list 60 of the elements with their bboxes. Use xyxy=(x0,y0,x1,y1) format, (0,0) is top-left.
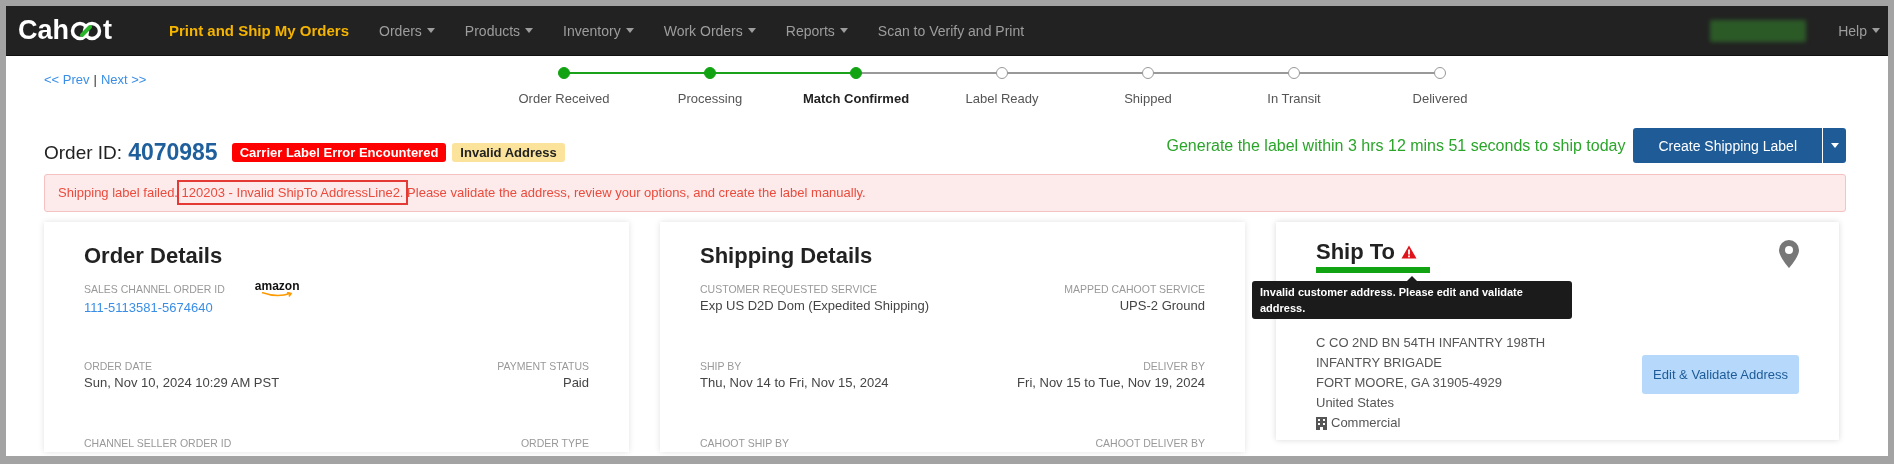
field-value: Sun, Nov 10, 2024 10:29 AM PST xyxy=(84,375,280,390)
address-type: Commercial xyxy=(1331,414,1401,432)
next-link[interactable]: Next >> xyxy=(100,72,147,87)
edit-validate-address-button[interactable]: Edit & Validate Address xyxy=(1642,355,1799,394)
building-icon xyxy=(1316,416,1327,430)
error-alert: Shipping label failed. 120203 - Invalid ShipTo AddressLine2. Please validate the address, review your options, and create the label manually. xyxy=(44,174,1846,212)
address-line: C CO 2ND BN 54TH INFANTRY 198TH xyxy=(1316,334,1546,352)
step-label: Label Ready xyxy=(965,91,1039,106)
status-badge: Invalid Address xyxy=(452,143,565,162)
create-shipping-label-button[interactable]: Create Shipping Label xyxy=(1633,128,1822,163)
help-menu[interactable]: Help xyxy=(1822,22,1888,39)
cahoot-logo[interactable]: Cah t xyxy=(18,15,112,46)
nav-menu-item[interactable]: Print and Ship My Orders xyxy=(154,22,365,39)
field-label: CUSTOMER REQUESTED SERVICE xyxy=(700,283,877,295)
step-label: Shipped xyxy=(1124,91,1172,106)
nav-menu-item[interactable]: Work Orders xyxy=(648,22,771,39)
field-label: DELIVER BY xyxy=(1143,360,1205,372)
nav-menu-item[interactable]: Reports xyxy=(770,22,863,39)
nav-menu-item[interactable]: Inventory xyxy=(548,22,649,39)
address-line: FORT MOORE, GA 31905-4929 xyxy=(1316,374,1503,392)
field-label: SHIP BY xyxy=(700,360,742,372)
step-label: Processing xyxy=(677,91,743,106)
step-label: Delivered xyxy=(1412,91,1468,106)
card-title: Ship To xyxy=(1316,239,1396,265)
card-title: Order Details xyxy=(84,243,224,269)
nav-menu-item[interactable]: Products xyxy=(449,22,549,39)
field-value: UPS-2 Ground xyxy=(1119,298,1205,313)
tooltip: Invalid customer address. Please edit and validate address. xyxy=(1252,281,1572,319)
step-label: Order Received xyxy=(518,91,610,106)
amazon-logo: amazon xyxy=(254,281,300,297)
field-label: ORDER DATE xyxy=(84,360,153,372)
order-id: 4070985 xyxy=(128,139,218,166)
address-line: INFANTRY BRIGADE xyxy=(1316,354,1443,372)
field-value: Thu, Nov 14 to Fri, Nov 15, 2024 xyxy=(700,375,889,390)
order-id-label: Order ID: xyxy=(44,141,123,164)
card-title: Shipping Details xyxy=(700,243,874,269)
field-value: Fri, Nov 15 to Tue, Nov 19, 2024 xyxy=(1017,375,1205,390)
field-label: CAHOOT SHIP BY xyxy=(700,437,789,449)
field-value: Paid xyxy=(562,375,589,390)
map-pin-icon[interactable] xyxy=(1779,240,1799,268)
nav-menu-item[interactable]: Orders xyxy=(364,22,450,39)
field-label: ORDER TYPE xyxy=(520,437,589,449)
address-line: United States xyxy=(1316,394,1396,412)
caret-icon xyxy=(1830,143,1839,148)
field-label: CHANNEL SELLER ORDER ID xyxy=(84,437,232,449)
dropdown-button[interactable] xyxy=(1822,128,1846,163)
field-label: PAYMENT STATUS xyxy=(497,360,589,372)
ship-deadline-notice: Generate the label within 3 hrs 12 mins 51 seconds to ship today xyxy=(1166,136,1626,155)
nav-menu-item[interactable]: Scan to Verify and Print xyxy=(862,22,1040,39)
warning-icon[interactable] xyxy=(1401,245,1418,259)
field-value: Exp US D2D Dom (Expedited Shipping) xyxy=(700,298,930,313)
field-value[interactable]: 111-5113581-5674640 xyxy=(84,300,300,315)
step-label: Match Confirmed xyxy=(802,91,910,106)
prev-link[interactable]: << Prev xyxy=(44,72,90,87)
step-label: In Transit xyxy=(1267,91,1321,106)
field-label: CAHOOT DELIVER BY xyxy=(1095,437,1205,449)
separator: | xyxy=(93,72,97,87)
field-label: SALES CHANNEL ORDER ID xyxy=(84,283,225,295)
status-badge: Carrier Label Error Encountered xyxy=(231,143,447,162)
field-label: MAPPED CAHOOT SERVICE xyxy=(1064,283,1205,295)
